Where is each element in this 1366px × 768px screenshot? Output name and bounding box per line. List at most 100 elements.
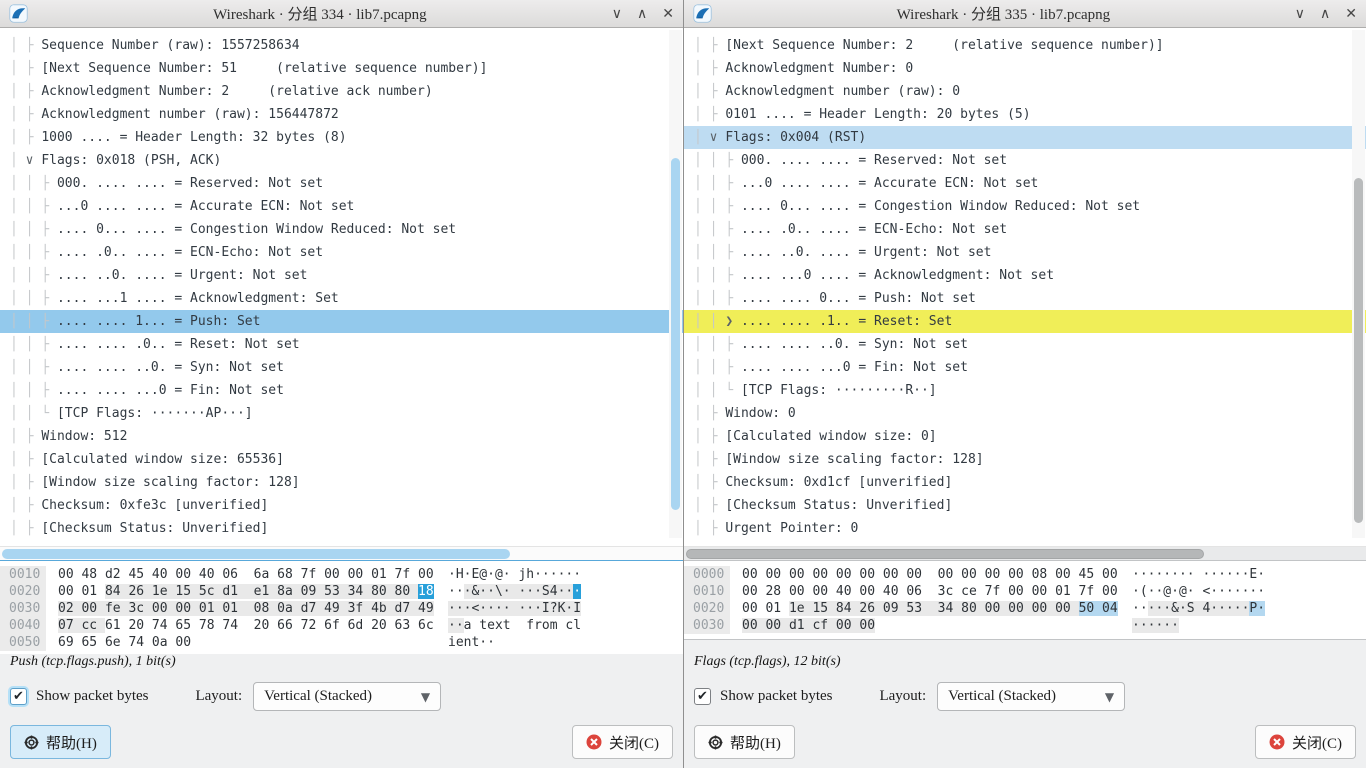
tree-row[interactable]: │ │ ├ .... .... ..0. = Syn: Not set: [684, 333, 1366, 356]
scrollbar-thumb[interactable]: [2, 549, 510, 559]
help-button[interactable]: 帮助(H): [694, 725, 795, 759]
tree-row[interactable]: │ ├ 0101 .... = Header Length: 20 bytes …: [684, 103, 1366, 126]
scrollbar-thumb[interactable]: [686, 549, 1204, 559]
help-button-label: 帮助(H): [46, 732, 97, 753]
tree-row[interactable]: │ │ ├ .... ...0 .... = Acknowledgment: N…: [684, 264, 1366, 287]
dialog-footer: Push (tcp.flags.push), 1 bit(s) ✔ Show p…: [0, 654, 683, 768]
tree-row[interactable]: │ ├ 1000 .... = Header Length: 32 bytes …: [0, 126, 683, 149]
tree-row[interactable]: │ │ ├ .... 0... .... = Congestion Window…: [684, 195, 1366, 218]
packet-detail-tree[interactable]: │ ├ Sequence Number (raw): 1557258634│ ├…: [0, 28, 683, 546]
titlebar[interactable]: Wireshark · 分组 335 · lib7.pcapng ∨ ∧ ✕: [684, 0, 1366, 28]
tree-row[interactable]: │ │ ├ .... .0.. .... = ECN-Echo: Not set: [684, 218, 1366, 241]
tree-row[interactable]: │ ├ Sequence Number (raw): 1557258634: [0, 34, 683, 57]
expander-closed-icon[interactable]: ❯: [725, 314, 741, 329]
horizontal-scrollbar[interactable]: [0, 546, 683, 560]
tree-row[interactable]: │ │ ├ .... ...1 .... = Acknowledgment: S…: [0, 287, 683, 310]
tree-row[interactable]: │ ├ Acknowledgment Number: 2 (relative a…: [0, 80, 683, 103]
tree-row[interactable]: │ │ ├ .... .... ...0 = Fin: Not set: [0, 379, 683, 402]
tree-row[interactable]: │ │ └ [TCP Flags: ·······AP···]: [0, 402, 683, 425]
tree-row[interactable]: │ ∨ Flags: 0x018 (PSH, ACK): [0, 149, 683, 172]
close-button[interactable]: 关闭(C): [1255, 725, 1356, 759]
show-packet-bytes-label: Show packet bytes: [720, 688, 832, 705]
tree-row[interactable]: │ ├ Urgent Pointer: 0: [684, 517, 1366, 540]
tree-row[interactable]: │ ├ [Calculated window size: 0]: [684, 425, 1366, 448]
tree-row[interactable]: │ ├ Window: 512: [0, 425, 683, 448]
hex-row[interactable]: 000000 00 00 00 00 00 00 00 00 00 00 00 …: [684, 566, 1366, 583]
layout-select[interactable]: Vertical (Stacked) ▼: [937, 682, 1125, 711]
hex-row[interactable]: 005069 65 6e 74 0a 00ient··: [0, 634, 683, 651]
chevron-down-icon: ▼: [421, 690, 430, 704]
minimize-icon[interactable]: ∨: [612, 7, 622, 21]
tree-row[interactable]: │ ├ Checksum: 0xfe3c [unverified]: [0, 494, 683, 517]
help-button-label: 帮助(H): [730, 732, 781, 753]
help-button[interactable]: 帮助(H): [10, 725, 111, 759]
tree-row[interactable]: │ │ ├ .... ..0. .... = Urgent: Not set: [684, 241, 1366, 264]
tree-row[interactable]: │ ├ [Checksum Status: Unverified]: [684, 494, 1366, 517]
tree-row[interactable]: │ │ ├ .... .... ..0. = Syn: Not set: [0, 356, 683, 379]
tree-row[interactable]: │ ├ [Next Sequence Number: 2 (relative s…: [684, 34, 1366, 57]
maximize-icon[interactable]: ∧: [637, 7, 647, 21]
help-icon: [24, 735, 39, 750]
chevron-down-icon: ▼: [1105, 690, 1114, 704]
tree-row[interactable]: │ ├ [Window size scaling factor: 128]: [684, 448, 1366, 471]
dialog-footer: Flags (tcp.flags), 12 bit(s) ✔ Show pack…: [684, 654, 1366, 768]
tree-row[interactable]: │ │ └ [TCP Flags: ·········R··]: [684, 379, 1366, 402]
hex-row[interactable]: 004007 cc 61 20 74 65 78 74 20 66 72 6f …: [0, 617, 683, 634]
horizontal-scrollbar[interactable]: [684, 546, 1366, 560]
tree-row[interactable]: │ │ ├ .... .... 1... = Push: Set: [0, 310, 683, 333]
close-icon[interactable]: ✕: [662, 7, 674, 21]
minimize-icon[interactable]: ∨: [1295, 7, 1305, 21]
window-title: Wireshark · 分组 334 · lib7.pcapng: [28, 3, 612, 24]
tree-row[interactable]: │ │ ├ .... .... .0.. = Reset: Not set: [0, 333, 683, 356]
show-packet-bytes-checkbox[interactable]: ✔: [10, 688, 27, 705]
vertical-scrollbar[interactable]: [1352, 30, 1365, 538]
hex-row[interactable]: 002000 01 84 26 1e 15 5c d1 e1 8a 09 53 …: [0, 583, 683, 600]
tree-row[interactable]: │ ├ Acknowledgment number (raw): 0: [684, 80, 1366, 103]
scrollbar-thumb[interactable]: [1354, 178, 1363, 523]
tree-row[interactable]: │ │ ├ .... ..0. .... = Urgent: Not set: [0, 264, 683, 287]
expander-open-icon[interactable]: ∨: [26, 153, 42, 168]
show-packet-bytes-label: Show packet bytes: [36, 688, 148, 705]
tree-row[interactable]: │ │ ├ .... .0.. .... = ECN-Echo: Not set: [0, 241, 683, 264]
hex-dump-pane[interactable]: 000000 00 00 00 00 00 00 00 00 00 00 00 …: [684, 560, 1366, 640]
tree-row[interactable]: │ │ ├ 000. .... .... = Reserved: Not set: [684, 149, 1366, 172]
hex-row[interactable]: 001000 48 d2 45 40 00 40 06 6a 68 7f 00 …: [0, 566, 683, 583]
hex-row[interactable]: 003000 00 d1 cf 00 00······: [684, 617, 1366, 634]
packet-detail-tree[interactable]: │ ├ [Next Sequence Number: 2 (relative s…: [684, 28, 1366, 546]
hex-row[interactable]: 002000 01 1e 15 84 26 09 53 34 80 00 00 …: [684, 600, 1366, 617]
tree-row[interactable]: │ │ ├ 000. .... .... = Reserved: Not set: [0, 172, 683, 195]
tree-row[interactable]: │ ├ Acknowledgment Number: 0: [684, 57, 1366, 80]
tree-row[interactable]: │ │ ├ ...0 .... .... = Accurate ECN: Not…: [684, 172, 1366, 195]
tree-row[interactable]: │ ├ [Calculated window size: 65536]: [0, 448, 683, 471]
wireshark-logo-icon: [9, 4, 28, 23]
titlebar[interactable]: Wireshark · 分组 334 · lib7.pcapng ∨ ∧ ✕: [0, 0, 683, 28]
layout-label: Layout:: [879, 688, 926, 705]
tree-row[interactable]: │ ├ [Window size scaling factor: 128]: [0, 471, 683, 494]
layout-select[interactable]: Vertical (Stacked) ▼: [253, 682, 441, 711]
hex-row[interactable]: 003002 00 fe 3c 00 00 01 01 08 0a d7 49 …: [0, 600, 683, 617]
tree-row[interactable]: │ ├ Window: 0: [684, 402, 1366, 425]
maximize-icon[interactable]: ∧: [1320, 7, 1330, 21]
hex-dump-pane[interactable]: 001000 48 d2 45 40 00 40 06 6a 68 7f 00 …: [0, 560, 683, 658]
tree-row[interactable]: │ │ ❯ .... .... .1.. = Reset: Set: [684, 310, 1366, 333]
hex-row[interactable]: 001000 28 00 00 40 00 40 06 3c ce 7f 00 …: [684, 583, 1366, 600]
tree-row[interactable]: │ │ ├ .... .... 0... = Push: Not set: [684, 287, 1366, 310]
tree-row[interactable]: │ ├ Checksum: 0xd1cf [unverified]: [684, 471, 1366, 494]
close-icon[interactable]: ✕: [1345, 7, 1357, 21]
vertical-scrollbar[interactable]: [669, 30, 682, 538]
expander-open-icon[interactable]: ∨: [710, 130, 726, 145]
scrollbar-thumb[interactable]: [671, 158, 680, 510]
close-circle-icon: [586, 734, 602, 750]
tree-row[interactable]: │ │ ├ ...0 .... .... = Accurate ECN: Not…: [0, 195, 683, 218]
show-packet-bytes-checkbox[interactable]: ✔: [694, 688, 711, 705]
tree-row[interactable]: │ ├ [Checksum Status: Unverified]: [0, 517, 683, 540]
tree-row[interactable]: │ │ ├ .... .... ...0 = Fin: Not set: [684, 356, 1366, 379]
tree-row[interactable]: │ │ ├ .... 0... .... = Congestion Window…: [0, 218, 683, 241]
close-button[interactable]: 关闭(C): [572, 725, 673, 759]
tree-row[interactable]: │ ∨ Flags: 0x004 (RST): [684, 126, 1366, 149]
tree-row[interactable]: │ ├ [Next Sequence Number: 51 (relative …: [0, 57, 683, 80]
layout-select-value: Vertical (Stacked): [264, 688, 372, 705]
wireshark-packet-dialog-335: Wireshark · 分组 335 · lib7.pcapng ∨ ∧ ✕ │…: [683, 0, 1366, 768]
tree-row[interactable]: │ ├ Acknowledgment number (raw): 1564478…: [0, 103, 683, 126]
close-button-label: 关闭(C): [1292, 732, 1342, 753]
